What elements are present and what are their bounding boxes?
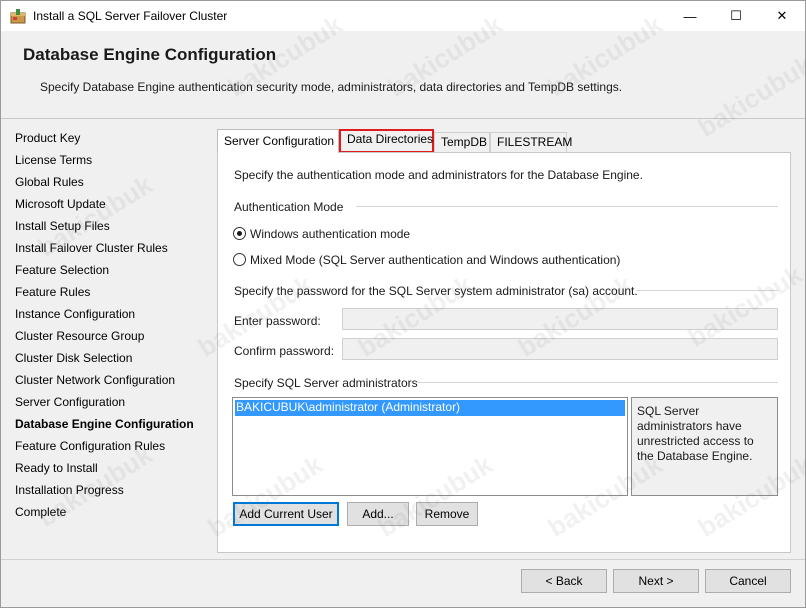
close-icon: ✕ [776,8,788,23]
mixed-mode-label[interactable]: Mixed Mode (SQL Server authentication an… [250,253,620,267]
windows-auth-label[interactable]: Windows authentication mode [250,227,410,241]
server-configuration-panel: Specify the authentication mode and admi… [217,152,791,553]
enter-password-label: Enter password: [234,314,321,328]
tab-server-configuration[interactable]: Server Configuration [217,129,339,153]
auth-mode-divider [356,206,778,207]
installer-window: Install a SQL Server Failover Cluster — … [0,0,806,608]
setup-steps-nav: Product Key License Terms Global Rules M… [15,129,205,525]
nav-item-microsoft-update[interactable]: Microsoft Update [15,195,205,217]
add-button[interactable]: Add... [347,502,409,526]
list-item[interactable]: BAKICUBUK\administrator (Administrator) [235,400,625,416]
page-header: Database Engine Configuration Specify Da… [1,31,805,119]
nav-item-database-engine-configuration[interactable]: Database Engine Configuration [15,415,205,437]
enter-password-input[interactable] [342,308,778,330]
nav-item-feature-selection[interactable]: Feature Selection [15,261,205,283]
nav-item-complete[interactable]: Complete [15,503,205,525]
back-button[interactable]: < Back [521,569,607,593]
nav-item-product-key[interactable]: Product Key [15,129,205,151]
nav-item-cluster-resource-group[interactable]: Cluster Resource Group [15,327,205,349]
panel-intro: Specify the authentication mode and admi… [234,168,643,182]
auth-mode-label: Authentication Mode [234,200,344,214]
confirm-password-input[interactable] [342,338,778,360]
nav-item-installation-progress[interactable]: Installation Progress [15,481,205,503]
nav-item-install-failover-cluster-rules[interactable]: Install Failover Cluster Rules [15,239,205,261]
password-section-divider [636,290,778,291]
admins-divider [416,382,778,383]
nav-item-server-configuration[interactable]: Server Configuration [15,393,205,415]
password-section-label: Specify the password for the SQL Server … [234,284,638,298]
nav-item-feature-rules[interactable]: Feature Rules [15,283,205,305]
confirm-password-label: Confirm password: [234,344,335,358]
footer-divider [1,559,805,560]
admins-label: Specify SQL Server administrators [234,376,418,390]
window-title: Install a SQL Server Failover Cluster [33,9,228,23]
nav-item-global-rules[interactable]: Global Rules [15,173,205,195]
tab-data-directories[interactable]: Data Directories [339,129,434,153]
minimize-icon: — [683,8,697,24]
tab-tempdb[interactable]: TempDB [434,132,490,152]
admins-info-box: SQL Server administrators have unrestric… [631,397,778,496]
page-description: Specify Database Engine authentication s… [40,80,623,94]
mixed-mode-radio[interactable] [233,253,246,266]
next-button[interactable]: Next > [613,569,699,593]
title-bar: Install a SQL Server Failover Cluster — … [1,1,805,31]
cancel-button[interactable]: Cancel [705,569,791,593]
minimize-button[interactable]: — [667,1,713,31]
windows-auth-radio[interactable] [233,227,246,240]
nav-item-license-terms[interactable]: License Terms [15,151,205,173]
nav-item-cluster-disk-selection[interactable]: Cluster Disk Selection [15,349,205,371]
admins-listbox[interactable]: BAKICUBUK\administrator (Administrator) [232,397,628,496]
page-title: Database Engine Configuration [23,45,277,64]
nav-item-feature-configuration-rules[interactable]: Feature Configuration Rules [15,437,205,459]
sql-setup-box-icon [10,9,26,24]
close-button[interactable]: ✕ [759,1,805,31]
maximize-icon: ☐ [730,8,742,23]
nav-item-cluster-network-configuration[interactable]: Cluster Network Configuration [15,371,205,393]
remove-button[interactable]: Remove [416,502,478,526]
nav-item-install-setup-files[interactable]: Install Setup Files [15,217,205,239]
admins-info-text: SQL Server administrators have unrestric… [637,404,754,463]
nav-item-instance-configuration[interactable]: Instance Configuration [15,305,205,327]
nav-item-ready-to-install[interactable]: Ready to Install [15,459,205,481]
add-current-user-button[interactable]: Add Current User [233,502,339,526]
maximize-button[interactable]: ☐ [713,1,759,31]
tab-filestream[interactable]: FILESTREAM [490,132,572,152]
